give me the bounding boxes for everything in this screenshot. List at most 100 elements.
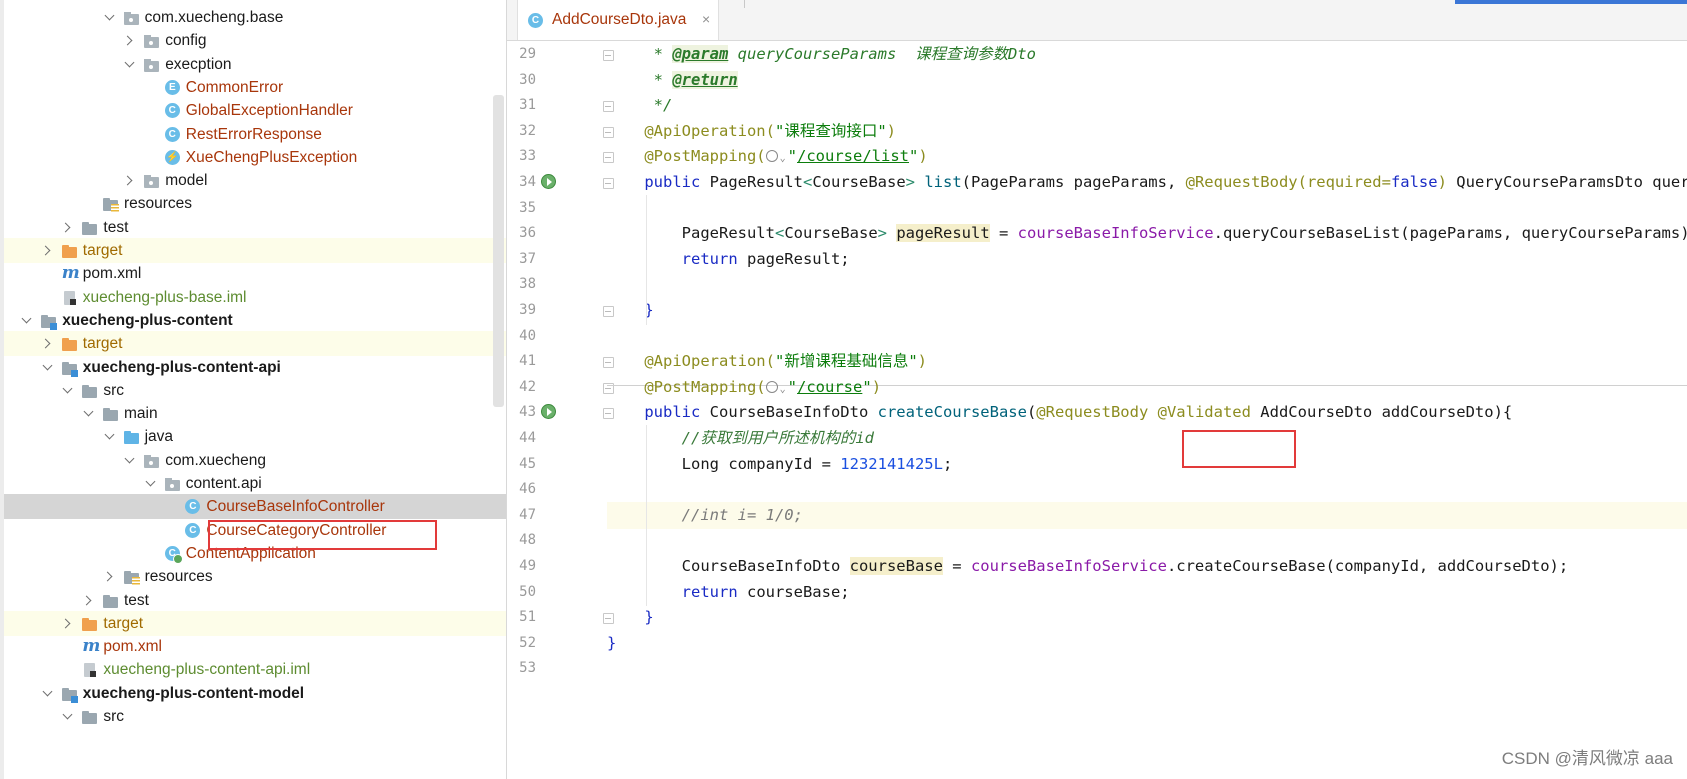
chevron-right-icon[interactable] [104,564,116,589]
code-line[interactable]: Long companyId = 1232141425L; [607,451,1687,479]
chevron-right-icon[interactable] [83,588,95,613]
code-line[interactable] [607,271,1687,299]
tree-item[interactable]: main [4,401,506,426]
tree-item-label: target [103,614,144,632]
endpoint-run-icon[interactable] [541,174,556,189]
code-line[interactable]: CourseBaseInfoDto courseBase = courseBas… [607,553,1687,581]
code-line[interactable]: @PostMapping(⌄ "/course") [607,374,1687,402]
chevron-right-icon[interactable] [42,331,54,356]
chevron-right-icon[interactable] [62,215,74,240]
tree-item[interactable]: ⚡ XueChengPlusException [4,145,506,170]
tab-close-icon[interactable]: × [702,11,710,27]
code-line[interactable]: return courseBase; [607,579,1687,607]
code-token: @RequestBody [1036,403,1149,422]
tree-item[interactable]: src [4,378,506,403]
chevron-down-icon[interactable] [145,471,157,496]
tree-item[interactable]: com.xuecheng.base [4,5,506,30]
code-line[interactable]: * @return [607,67,1687,95]
tree-item[interactable]: src [4,704,506,729]
tree-item[interactable]: resources [4,564,506,589]
code-line[interactable]: @ApiOperation("课程查询接口") [607,118,1687,146]
code-line[interactable] [607,655,1687,683]
tree-item[interactable]: xuecheng-plus-base.iml [4,285,506,310]
chevron-right-icon[interactable] [42,238,54,263]
chevron-right-icon[interactable] [124,28,136,53]
tree-item[interactable]: xuecheng-plus-content-api.iml [4,657,506,682]
tree-item[interactable]: C RestErrorResponse [4,122,506,147]
globe-icon[interactable] [765,380,778,393]
line-number: 32 [519,122,536,139]
indent-guide [646,578,647,607]
tree-item[interactable]: m pom.xml [4,634,506,659]
tree-item[interactable]: execption [4,52,506,77]
code-line[interactable]: */ [607,92,1687,120]
code-token: " [862,377,872,396]
chevron-down-icon[interactable] [21,308,33,333]
code-token: > [905,173,925,191]
tree-item[interactable]: test [4,215,506,240]
code-token: QueryCourseParamsDto queryCourseParams){ [1456,173,1687,191]
code-line[interactable]: } [607,297,1687,325]
tree-item[interactable]: java [4,424,506,449]
tree-item[interactable]: xuecheng-plus-content [4,308,506,333]
code-line[interactable]: return pageResult; [607,246,1687,274]
tree-item[interactable]: C CourseBaseInfoController [4,494,506,520]
line-number: 50 [519,583,536,600]
tree-item[interactable]: test [4,588,506,613]
code-token: } [607,633,617,652]
tree-item[interactable]: target [4,610,506,636]
tab-addcoursedto[interactable]: C AddCourseDto.java × [517,0,719,40]
globe-icon[interactable] [765,150,778,163]
indent-guide [646,450,647,479]
tree-item[interactable]: C GlobalExceptionHandler [4,98,506,123]
chevron-down-icon[interactable] [124,52,136,77]
tree-item[interactable]: config [4,28,506,53]
code-line[interactable]: //获取到用户所述机构的id [607,425,1687,453]
chevron-down-icon[interactable] [83,401,95,426]
tree-item[interactable]: E CommonError [4,75,506,100]
code-line[interactable] [607,323,1687,351]
code-line[interactable]: * @param queryCourseParams 课程查询参数Dto [607,41,1687,69]
tree-item[interactable]: content.api [4,471,506,496]
chevron-down-icon[interactable] [62,704,74,729]
chevron-down-icon[interactable] [104,5,116,30]
tree-item[interactable]: target [4,331,506,357]
code-line[interactable]: } [607,630,1687,658]
tree-item[interactable]: com.xuecheng [4,448,506,473]
code-token: (PageParams pageParams, [961,173,1186,191]
indent-guide [646,194,647,223]
chevron-right-icon[interactable] [62,611,74,636]
application-class-icon: C [164,545,183,564]
tree-scrollbar[interactable] [493,95,504,407]
chevron-down-icon[interactable] [124,448,136,473]
code-line[interactable]: public CourseBaseInfoDto createCourseBas… [607,399,1687,427]
chevron-down-icon[interactable] [42,681,54,706]
code-line[interactable]: PageResult<CourseBase> pageResult = cour… [607,220,1687,248]
chevron-down-icon[interactable] [42,355,54,380]
chevron-down-icon[interactable] [62,378,74,403]
endpoint-run-icon[interactable] [541,404,556,420]
tree-item[interactable]: xuecheng-plus-content-api [4,355,506,380]
code-editor[interactable]: * @param queryCourseParams 课程查询参数Dto * @… [607,41,1687,779]
tree-item[interactable]: m pom.xml [4,261,506,286]
chevron-down-icon[interactable] [104,424,116,449]
chevron-right-icon[interactable] [124,168,136,193]
tree-item-label: xuecheng-plus-base.iml [82,288,247,306]
code-line[interactable]: public PageResult<CourseBase> list(PageP… [607,169,1687,197]
code-token: .queryCourseBaseList(pageParams, queryCo… [1213,224,1687,243]
code-line[interactable] [607,476,1687,504]
folder-icon [82,383,98,399]
code-line[interactable] [607,527,1687,555]
code-line[interactable]: @PostMapping(⌄ "/course/list") [607,143,1687,171]
tree-item[interactable]: target [4,238,506,263]
code-line[interactable]: //int i= 1/0; [607,501,1687,530]
code-line[interactable]: } [607,604,1687,632]
tree-item[interactable]: model [4,168,506,193]
tree-item[interactable]: resources [4,191,506,216]
project-tree-panel[interactable]: com.xuecheng.base config execption E CommonE… [0,0,507,779]
code-token: * [607,70,673,89]
tree-item[interactable]: xuecheng-plus-content-model [4,681,506,706]
code-line[interactable]: @ApiOperation("新增课程基础信息") [607,348,1687,376]
code-line[interactable] [607,195,1687,223]
